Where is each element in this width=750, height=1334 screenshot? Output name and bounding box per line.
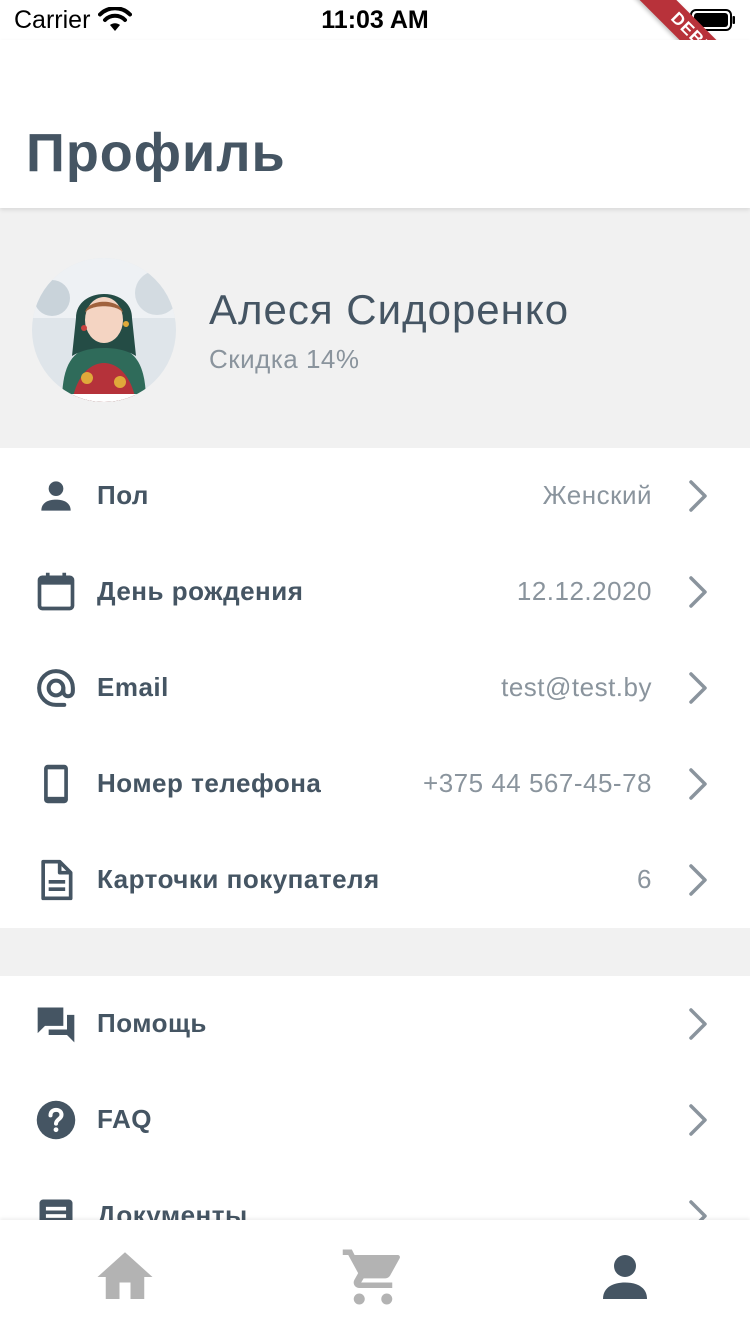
nav-cart-button[interactable] <box>340 1244 406 1310</box>
row-email[interactable]: Email test@test.by <box>0 640 750 736</box>
profile-info-list: Пол Женский День рождения 12.12.2020 Ema… <box>0 448 750 928</box>
profile-name: Алеся Сидоренко <box>209 286 570 333</box>
profile-discount: Скидка 14% <box>209 344 360 374</box>
nav-home-button[interactable] <box>92 1244 158 1310</box>
row-label: Email <box>97 672 169 702</box>
row-label: Карточки покупателя <box>97 864 380 894</box>
row-label: Номер телефона <box>97 768 322 798</box>
row-help[interactable]: Помощь <box>0 976 750 1072</box>
row-value: 12.12.2020 <box>516 576 652 606</box>
row-phone[interactable]: Номер телефона +375 44 567-45-78 <box>0 736 750 832</box>
chevron-right-icon <box>684 1198 712 1220</box>
chevron-right-icon <box>684 862 712 898</box>
row-label: Пол <box>97 480 149 510</box>
chevron-right-icon <box>684 766 712 802</box>
documents-icon <box>34 1194 78 1220</box>
at-sign-icon <box>34 666 78 710</box>
section-separator <box>0 928 750 976</box>
row-value: test@test.by <box>501 672 652 702</box>
chat-icon <box>34 1002 78 1046</box>
row-value: +375 44 567-45-78 <box>423 768 652 798</box>
home-icon <box>97 1252 153 1299</box>
avatar[interactable] <box>32 258 176 402</box>
status-bar: Carrier 11:03 AM <box>0 0 750 40</box>
chevron-right-icon <box>684 574 712 610</box>
bottom-nav <box>0 1220 750 1334</box>
row-label: Документы <box>97 1200 248 1220</box>
question-icon <box>34 1098 78 1142</box>
page-title: Профиль <box>26 123 286 183</box>
chevron-right-icon <box>684 1006 712 1042</box>
calendar-icon <box>34 570 78 614</box>
row-faq[interactable]: FAQ <box>0 1072 750 1168</box>
chevron-right-icon <box>684 670 712 706</box>
row-label: День рождения <box>97 576 304 606</box>
row-label: FAQ <box>97 1104 152 1134</box>
support-list: Помощь FAQ Документы <box>0 976 750 1220</box>
document-icon <box>34 858 78 902</box>
row-gender[interactable]: Пол Женский <box>0 448 750 544</box>
row-value: 6 <box>637 864 652 894</box>
row-label: Помощь <box>97 1008 207 1038</box>
phone-icon <box>34 762 78 806</box>
profile-card[interactable]: Алеся Сидоренко Скидка 14% <box>0 208 750 448</box>
row-documents[interactable]: Документы <box>0 1168 750 1220</box>
chevron-right-icon <box>684 1102 712 1138</box>
row-birthday[interactable]: День рождения 12.12.2020 <box>0 544 750 640</box>
app-header: Профиль <box>0 40 750 208</box>
nav-profile-button[interactable] <box>592 1244 658 1310</box>
profile-icon <box>603 1255 647 1299</box>
row-customer-cards[interactable]: Карточки покупателя 6 <box>0 832 750 928</box>
row-value: Женский <box>542 480 652 510</box>
clock: 11:03 AM <box>321 6 429 34</box>
cart-icon <box>342 1249 400 1305</box>
person-icon <box>34 474 78 518</box>
user-photo-icon <box>32 258 176 402</box>
chevron-right-icon <box>684 478 712 514</box>
